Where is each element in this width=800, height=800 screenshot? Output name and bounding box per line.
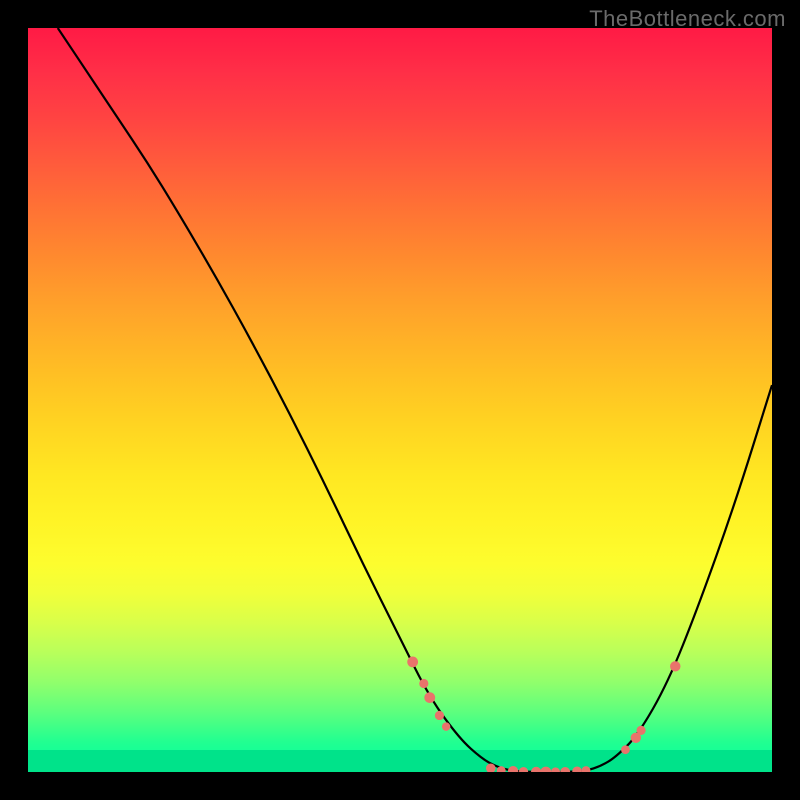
data-marker [424,692,435,703]
data-marker [582,766,591,772]
data-marker [407,656,418,667]
data-marker [442,722,450,730]
data-marker [531,767,541,772]
plot-area [28,28,772,772]
data-marker [540,767,551,772]
marker-group [407,656,680,772]
data-marker [621,745,630,754]
watermark-text: TheBottleneck.com [589,6,786,32]
data-marker [572,766,582,772]
data-marker [508,766,518,772]
data-marker [636,726,645,735]
data-marker [670,661,680,671]
data-marker [419,679,428,688]
data-marker [519,767,528,772]
data-marker [560,767,570,772]
chart-frame: TheBottleneck.com [0,0,800,800]
data-marker [551,767,560,772]
chart-svg [28,28,772,772]
data-marker [435,711,444,720]
